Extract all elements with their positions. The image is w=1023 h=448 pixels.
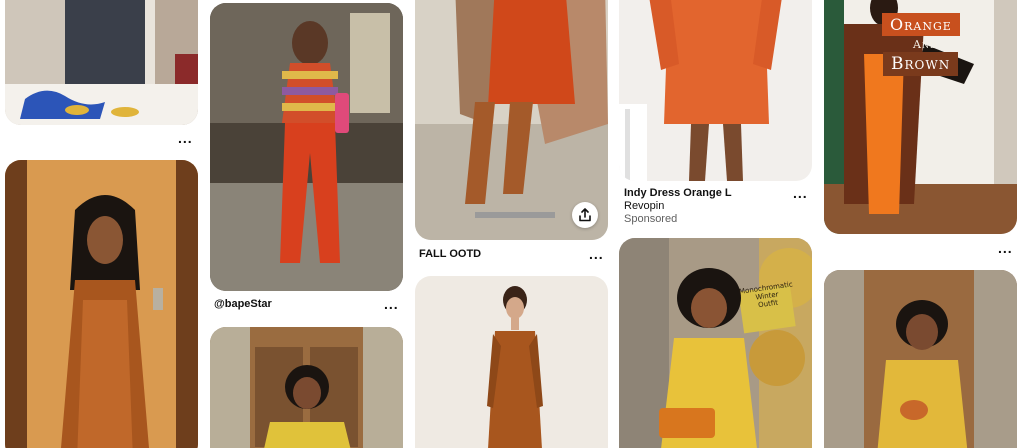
more-options-icon[interactable]: ... (589, 247, 604, 261)
pin-caption[interactable]: FALL OOTD (419, 248, 481, 260)
pin-caption[interactable]: @bapeStar (214, 298, 272, 310)
sponsored-label: Sponsored (624, 213, 678, 225)
more-options-icon[interactable]: ... (384, 297, 399, 311)
share-icon (579, 208, 591, 222)
overlay-text-brown: Brown (883, 52, 959, 76)
pin-title[interactable]: Indy Dress Orange L (624, 187, 732, 199)
more-options-icon[interactable]: ... (178, 131, 193, 145)
pin-image-col5-second[interactable] (824, 270, 1017, 448)
pin-image-col2-second[interactable] (210, 327, 403, 448)
overlay-text-orange: Orange (882, 13, 960, 36)
pin-image-col4-second[interactable] (619, 238, 812, 448)
pin-image-col2-top[interactable] (210, 3, 403, 291)
pin-image-col3-second[interactable] (415, 276, 608, 448)
more-options-icon[interactable]: ... (998, 241, 1013, 255)
pin-image-col1-top[interactable] (5, 0, 198, 125)
overlay-text-and: And (913, 38, 938, 51)
more-options-icon[interactable]: ... (793, 186, 808, 200)
pin-image-col1-second[interactable] (5, 160, 198, 448)
pin-image-col4-top[interactable] (619, 0, 812, 181)
pin-subtitle[interactable]: Revopin (624, 200, 664, 212)
share-button[interactable] (572, 202, 598, 228)
